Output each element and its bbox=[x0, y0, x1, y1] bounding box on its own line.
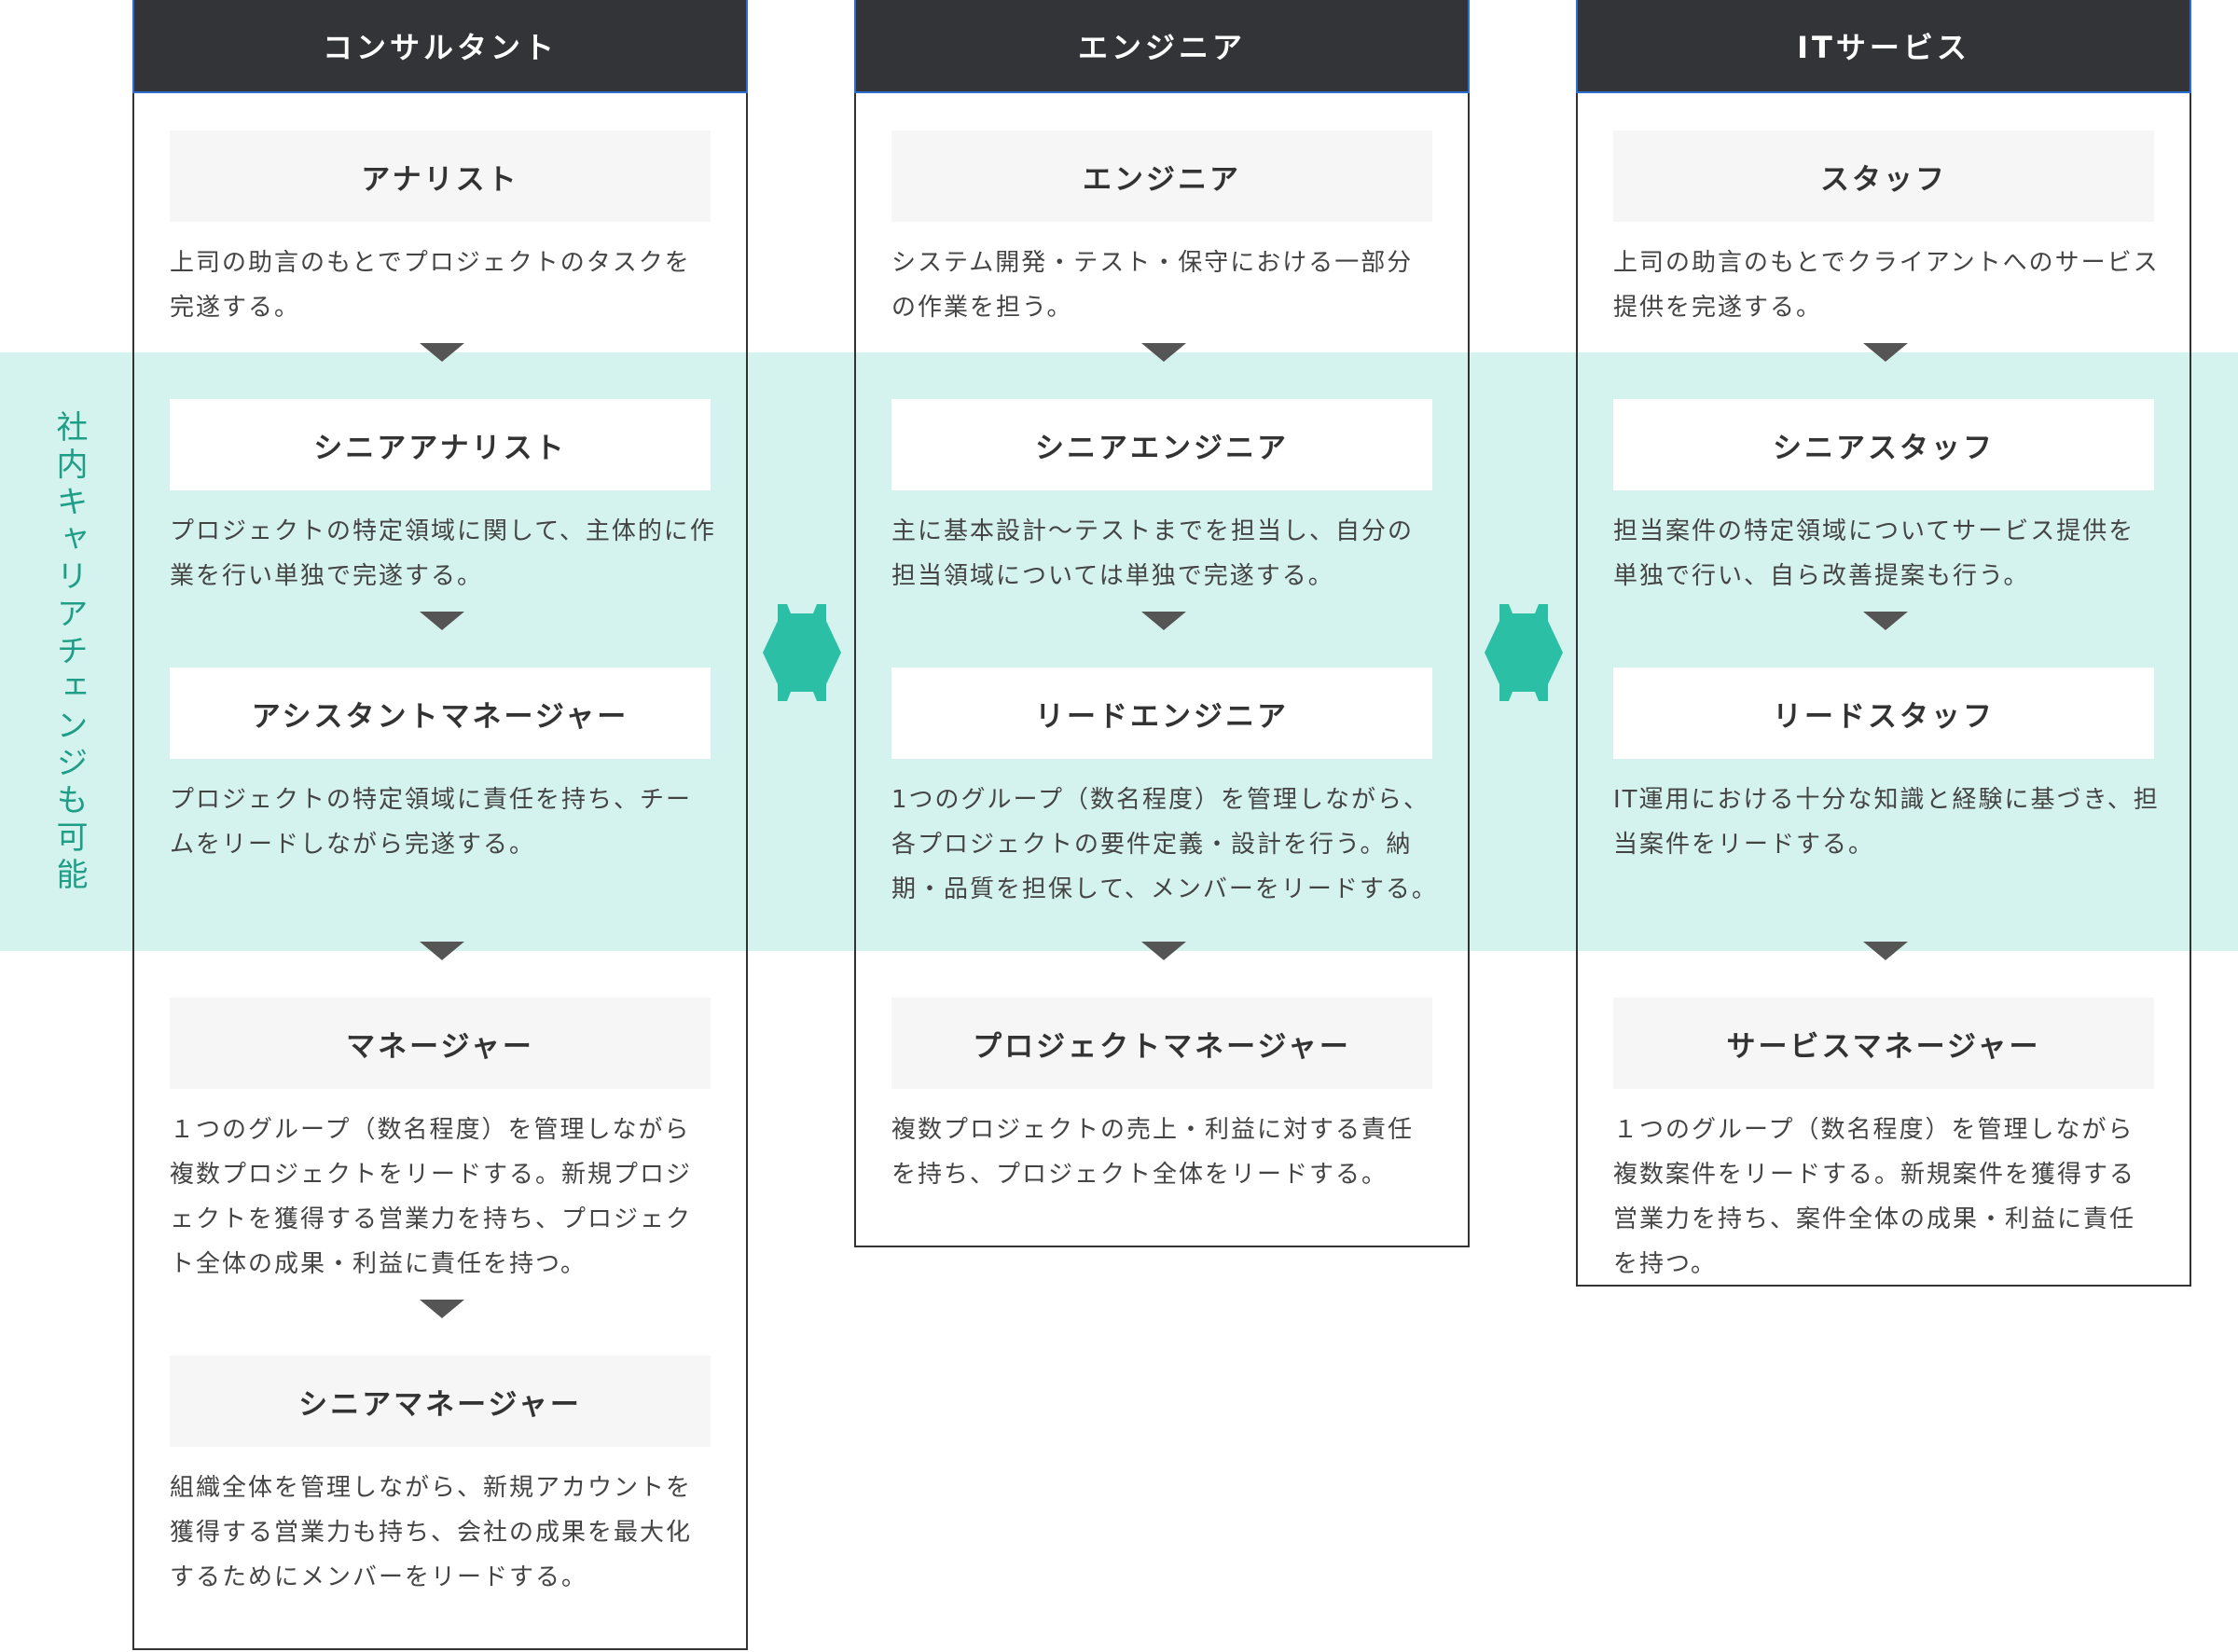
role-desc: プロジェクトの特定領域に責任を持ち、チームをリードしながら完遂する。 bbox=[170, 786, 693, 859]
role-senior-manager: シニアマネージャー bbox=[170, 1356, 711, 1447]
role-desc: プロジェクトの特定領域に関して、主体的に作業を行い単独で完遂する。 bbox=[170, 517, 716, 590]
role-assistant-manager: アシスタントマネージャー bbox=[170, 668, 711, 759]
role-staff: スタッフ bbox=[1613, 131, 2154, 222]
arrow-down-icon bbox=[420, 612, 464, 630]
column-title: コンサルタント bbox=[132, 0, 748, 93]
role-desc: IT運用における十分な知識と経験に基づき、担当案件をリードする。 bbox=[1613, 786, 2160, 859]
arrow-down-icon bbox=[1863, 942, 1908, 960]
career-change-label: 社内キャリアチェンジも可能 bbox=[50, 410, 88, 895]
role-desc: １つのグループ（数名程度）を管理しながら複数プロジェクトをリードする。新規プロジ… bbox=[170, 1116, 693, 1278]
arrow-down-icon bbox=[420, 1300, 464, 1318]
role-senior-staff: シニアスタッフ bbox=[1613, 399, 2154, 490]
role-desc: 担当案件の特定領域についてサービス提供を単独で行い、自ら改善提案も行う。 bbox=[1613, 517, 2135, 590]
arrow-down-icon bbox=[1141, 942, 1186, 960]
role-desc: 主に基本設計〜テストまでを担当し、自分の担当領域については単独で完遂する。 bbox=[891, 517, 1415, 590]
role-desc: 1つのグループ（数名程度）を管理しながら、各プロジェクトの要件定義・設計を行う。… bbox=[891, 786, 1438, 903]
column-title: エンジニア bbox=[854, 0, 1470, 93]
role-desc: 組織全体を管理しながら、新規アカウントを獲得する営業力も持ち、会社の成果を最大化… bbox=[170, 1474, 693, 1591]
arrow-down-icon bbox=[1863, 343, 1908, 362]
arrow-down-icon bbox=[1141, 612, 1186, 630]
column-engineer: エンジニア エンジニア システム開発・テスト・保守における一部分の作業を担う。 … bbox=[854, 0, 1470, 1247]
role-engineer: エンジニア bbox=[891, 131, 1432, 222]
arrow-down-icon bbox=[1141, 343, 1186, 362]
role-desc: 上司の助言のもとでプロジェクトのタスクを完遂する。 bbox=[170, 249, 691, 322]
role-manager: マネージャー bbox=[170, 998, 711, 1089]
double-arrow-icon bbox=[1485, 604, 1563, 701]
double-arrow-icon bbox=[763, 604, 841, 701]
role-analyst: アナリスト bbox=[170, 131, 711, 222]
role-senior-analyst: シニアアナリスト bbox=[170, 399, 711, 490]
role-project-manager: プロジェクトマネージャー bbox=[891, 998, 1432, 1089]
column-it-service: ITサービス スタッフ 上司の助言のもとでクライアントへのサービス提供を完遂する… bbox=[1576, 0, 2191, 1287]
role-lead-staff: リードスタッフ bbox=[1613, 668, 2154, 759]
role-desc: システム開発・テスト・保守における一部分の作業を担う。 bbox=[891, 249, 1414, 322]
role-desc: 上司の助言のもとでクライアントへのサービス提供を完遂する。 bbox=[1613, 249, 2160, 322]
column-consultant: コンサルタント アナリスト 上司の助言のもとでプロジェクトのタスクを完遂する。 … bbox=[132, 0, 748, 1650]
role-desc: 複数プロジェクトの売上・利益に対する責任を持ち、プロジェクト全体をリードする。 bbox=[891, 1116, 1415, 1189]
arrow-down-icon bbox=[420, 942, 464, 960]
role-senior-engineer: シニアエンジニア bbox=[891, 399, 1432, 490]
arrow-down-icon bbox=[420, 343, 464, 362]
role-desc: １つのグループ（数名程度）を管理しながら複数案件をリードする。新規案件を獲得する… bbox=[1613, 1116, 2136, 1278]
role-service-manager: サービスマネージャー bbox=[1613, 998, 2154, 1089]
column-title: ITサービス bbox=[1576, 0, 2191, 93]
arrow-down-icon bbox=[1863, 612, 1908, 630]
role-lead-engineer: リードエンジニア bbox=[891, 668, 1432, 759]
